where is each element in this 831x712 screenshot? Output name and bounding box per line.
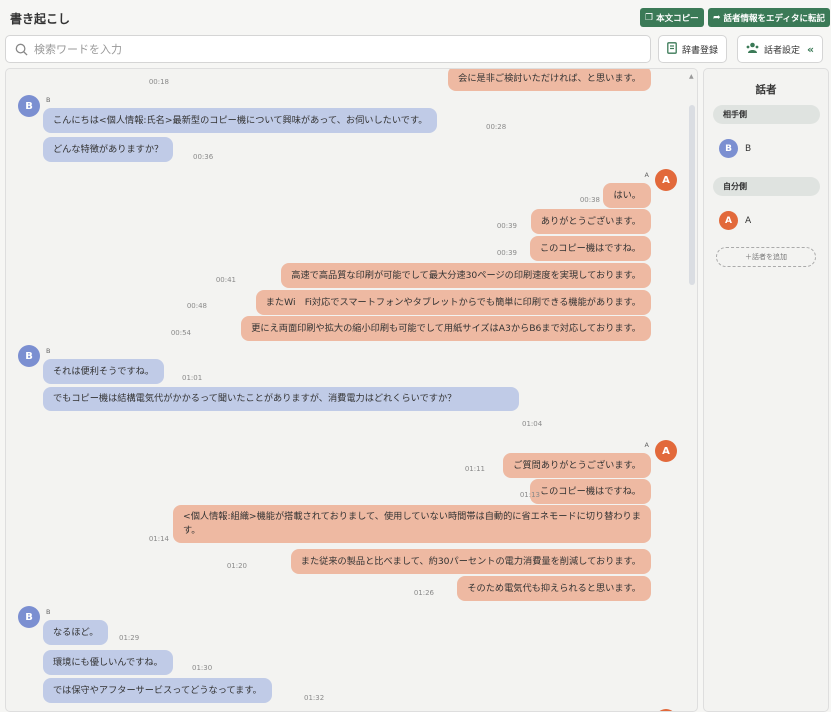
- message-bubble[interactable]: また従来の製品と比べまして、約30パーセントの電力消費量を削減しております。: [290, 549, 651, 574]
- copy-text-label: 本文コピー: [656, 13, 699, 24]
- scroll-thumb[interactable]: [689, 105, 695, 285]
- copy-text-button[interactable]: ❐ 本文コピー: [640, 8, 704, 27]
- message-bubble[interactable]: このコピー機はですね。: [529, 236, 651, 261]
- message-bubble[interactable]: それは便利そうですね。: [43, 359, 165, 384]
- message-time: 01:01: [182, 374, 203, 382]
- speaker-name: A: [644, 441, 649, 449]
- message-bubble[interactable]: どんな特徴がありますか？: [43, 137, 174, 162]
- message-bubble[interactable]: なるほど。: [43, 620, 109, 645]
- message-time: 00:54: [170, 329, 191, 337]
- transcript-panel[interactable]: ▲ 00:18 会に是非ご検討いただければ、と思います。 B B こんにちは<個…: [5, 68, 698, 712]
- message-time: 00:36: [193, 153, 214, 161]
- copy-icon: ❐: [645, 12, 654, 23]
- scrollbar[interactable]: ▲: [689, 73, 695, 709]
- speaker-avatar: B: [18, 95, 40, 117]
- message-bubble[interactable]: こんにちは<個人情報:氏名>最新型のコピー機について興味があって、お伺いしたいで…: [43, 108, 438, 133]
- message-bubble[interactable]: <個人情報:組織>機能が搭載されておりまして、使用していない時間帯は自動的に省エ…: [173, 505, 651, 543]
- speaker-name: B: [46, 608, 51, 616]
- transfer-label: 話者情報をエディタに転記: [723, 13, 825, 24]
- message-time: 01:20: [226, 562, 247, 570]
- message-bubble[interactable]: 更にえ両面印刷や拡大の縮小印刷も可能でして用紙サイズはA3からB6まで対応してお…: [241, 316, 651, 341]
- speaker-item-b[interactable]: B B: [719, 139, 751, 158]
- speaker-settings-label: 話者設定: [764, 45, 801, 56]
- speaker-settings-icon: [746, 42, 759, 57]
- message-bubble[interactable]: ありがとうございます。: [530, 209, 651, 234]
- page-title: 書き起こし: [10, 12, 71, 26]
- scroll-up-icon[interactable]: ▲: [689, 73, 694, 80]
- message-time: 01:11: [464, 465, 485, 473]
- message-time: 01:13: [519, 491, 540, 499]
- speaker-name: A: [745, 215, 752, 226]
- message-bubble[interactable]: 環境にも優しいんですね。: [43, 650, 173, 675]
- dictionary-button[interactable]: 辞書登録: [658, 35, 728, 63]
- speaker-avatar: B: [18, 345, 40, 367]
- speaker-avatar: A: [655, 169, 677, 191]
- message-time: 01:32: [304, 694, 325, 702]
- message-time: 01:30: [192, 664, 213, 672]
- speaker-settings-button[interactable]: 話者設定 «: [737, 35, 824, 63]
- message-time: 00:38: [579, 196, 600, 204]
- message-bubble[interactable]: 会に是非ご検討いただければ、と思います。: [448, 69, 651, 91]
- add-speaker-button[interactable]: ＋話者を追加: [716, 247, 816, 267]
- message-time: 00:39: [496, 249, 517, 257]
- header: 書き起こし ❐ 本文コピー ➦ 話者情報をエディタに転記: [0, 0, 831, 34]
- speaker-avatar: B: [719, 139, 738, 158]
- message-time: 01:26: [413, 589, 434, 597]
- speaker-avatar: A: [719, 211, 738, 230]
- speaker-name: B: [46, 347, 51, 355]
- search-bar: [5, 35, 651, 63]
- message-bubble[interactable]: このコピー機はですね。: [529, 479, 651, 504]
- search-input[interactable]: [34, 42, 614, 56]
- message-time: 01:29: [119, 634, 140, 642]
- speaker-avatar: B: [18, 606, 40, 628]
- message-bubble[interactable]: はい。: [603, 183, 651, 208]
- speaker-name: A: [644, 171, 649, 179]
- speaker-item-a[interactable]: A A: [719, 211, 751, 230]
- message-time: 00:18: [148, 78, 169, 86]
- share-arrow-icon: ➦: [713, 12, 721, 23]
- speaker-name: B: [745, 143, 752, 154]
- group-other-side: 相手側: [713, 105, 820, 124]
- collapse-icon[interactable]: «: [807, 43, 814, 56]
- speaker-panel-title: 話者: [755, 84, 777, 96]
- message-bubble[interactable]: ご質問ありがとうございます。: [503, 453, 651, 478]
- message-bubble[interactable]: 高速で高品質な印刷が可能でして最大分速30ページの印刷速度を実現しております。: [281, 263, 651, 288]
- message-bubble[interactable]: そのため電気代も抑えられると思います。: [457, 576, 651, 601]
- dictionary-label: 辞書登録: [682, 45, 719, 56]
- message-time: 00:28: [486, 123, 507, 131]
- message-bubble[interactable]: では保守やアフターサービスってどうなってます。: [43, 678, 272, 703]
- message-bubble[interactable]: またWi Fi対応でスマートフォンやタブレットからでも簡単に印刷できる機能があり…: [255, 290, 651, 315]
- message-time: 00:39: [496, 222, 517, 230]
- speaker-panel: 話者 相手側 B B 自分側 A A ＋話者を追加: [703, 68, 829, 712]
- message-time: 01:14: [148, 535, 169, 543]
- message-time: 00:48: [186, 302, 207, 310]
- speaker-avatar: A: [655, 440, 677, 462]
- message-time: 01:04: [522, 420, 543, 428]
- transfer-to-editor-button[interactable]: ➦ 話者情報をエディタに転記: [708, 8, 830, 27]
- dictionary-icon: [667, 41, 677, 57]
- message-time: 00:41: [215, 276, 236, 284]
- speaker-name: B: [46, 96, 51, 104]
- search-icon: [15, 43, 28, 56]
- group-own-side: 自分側: [713, 177, 820, 196]
- message-bubble[interactable]: でもコピー機は結構電気代がかかるって聞いたことがありますが、消費電力はどれくらい…: [43, 387, 519, 411]
